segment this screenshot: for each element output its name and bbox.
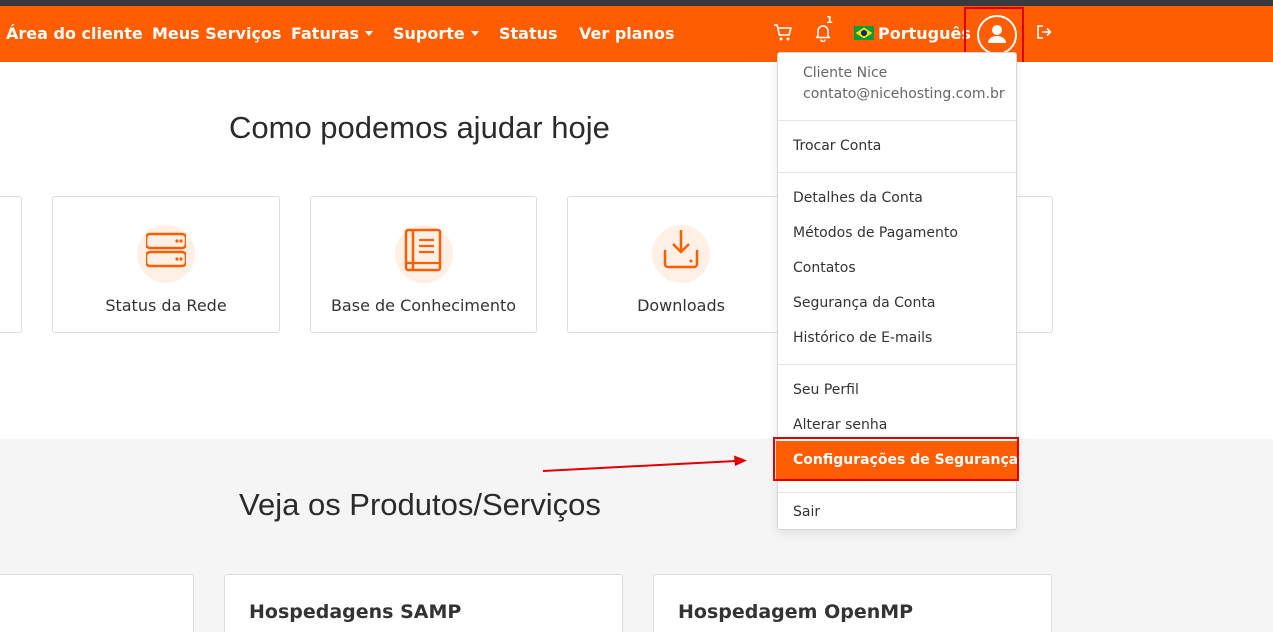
partial-product-card[interactable] bbox=[0, 574, 194, 632]
caret-down-icon bbox=[470, 31, 479, 36]
card-label: Status da Rede bbox=[105, 296, 227, 315]
product-card-openmp[interactable]: Hospedagem OpenMP bbox=[653, 574, 1052, 632]
menu-item-sair[interactable]: Sair bbox=[793, 504, 820, 520]
menu-item-alterar-senha[interactable]: Alterar senha bbox=[793, 417, 887, 433]
menu-item-historico-de-emails[interactable]: Histórico de E-mails bbox=[793, 330, 932, 346]
nav-ver-planos[interactable]: Ver planos bbox=[579, 6, 674, 62]
menu-item-trocar-conta[interactable]: Trocar Conta bbox=[793, 138, 881, 154]
server-icon bbox=[146, 232, 186, 268]
dropdown-divider bbox=[778, 172, 1016, 173]
menu-item-seu-perfil[interactable]: Seu Perfil bbox=[793, 382, 859, 398]
dropdown-divider bbox=[778, 492, 1016, 493]
card-base-de-conhecimento[interactable]: Base de Conhecimento bbox=[310, 196, 537, 333]
menu-item-seguranca-da-conta[interactable]: Segurança da Conta bbox=[793, 295, 935, 311]
menu-item-detalhes-da-conta[interactable]: Detalhes da Conta bbox=[793, 190, 923, 206]
logout-icon[interactable] bbox=[1035, 22, 1055, 42]
nav-suporte[interactable]: Suporte bbox=[393, 6, 479, 62]
annotation-arrow bbox=[542, 455, 747, 472]
nav-faturas[interactable]: Faturas bbox=[291, 6, 374, 62]
card-status-da-rede[interactable]: Status da Rede bbox=[52, 196, 280, 333]
nav-status[interactable]: Status bbox=[499, 6, 558, 62]
product-card-samp[interactable]: Hospedagens SAMP bbox=[224, 574, 623, 632]
dropdown-divider bbox=[778, 364, 1016, 365]
card-label: Base de Conhecimento bbox=[330, 296, 517, 315]
brazil-flag-icon bbox=[854, 26, 874, 40]
card-downloads[interactable]: Downloads bbox=[567, 196, 795, 333]
product-title: Hospedagem OpenMP bbox=[678, 601, 914, 623]
annotation-highlight-security-settings bbox=[773, 437, 1019, 481]
product-title: Hospedagens SAMP bbox=[249, 601, 462, 623]
menu-item-metodos-de-pagamento[interactable]: Métodos de Pagamento bbox=[793, 225, 958, 241]
help-heading: Como podemos ajudar hoje bbox=[229, 110, 610, 145]
products-heading: Veja os Produtos/Serviços bbox=[239, 487, 601, 522]
menu-item-contatos[interactable]: Contatos bbox=[793, 260, 856, 276]
card-label: Downloads bbox=[637, 296, 725, 315]
partial-card[interactable] bbox=[0, 196, 22, 333]
nav-area-do-cliente[interactable]: Área do cliente bbox=[6, 6, 143, 62]
download-icon bbox=[663, 230, 699, 269]
nav-meus-servicos[interactable]: Meus Serviços bbox=[152, 6, 281, 62]
caret-down-icon bbox=[365, 31, 374, 36]
cart-icon[interactable] bbox=[773, 22, 793, 42]
dropdown-user-email: contato@nicehosting.com.br bbox=[803, 86, 1005, 102]
dropdown-divider bbox=[778, 120, 1016, 121]
book-icon bbox=[404, 228, 441, 272]
dropdown-user-name: Cliente Nice bbox=[803, 65, 888, 81]
notification-badge: 1 bbox=[826, 15, 833, 26]
